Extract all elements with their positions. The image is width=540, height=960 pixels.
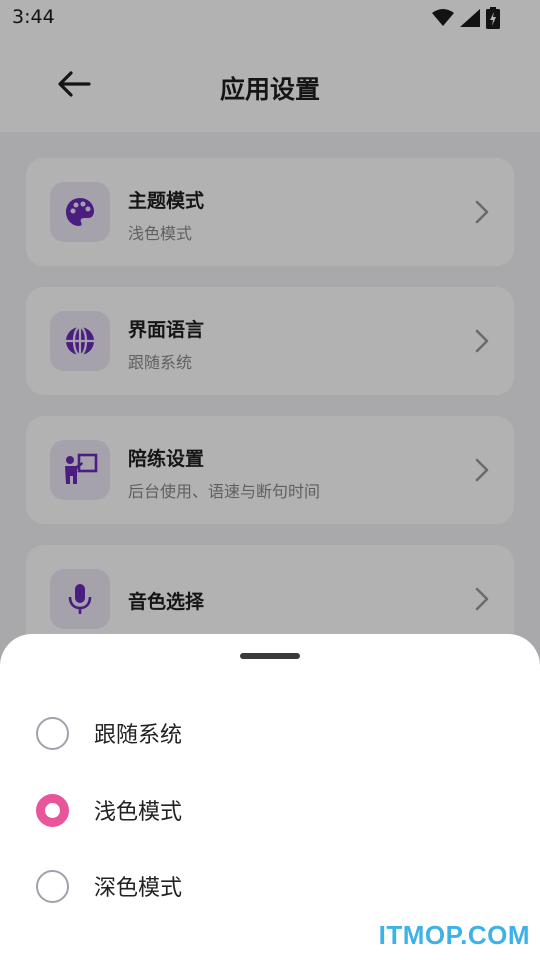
radio-button-selected[interactable] — [36, 793, 69, 827]
watermark: ITMOP.COM — [378, 920, 530, 950]
theme-bottom-sheet: 跟随系统 浅色模式 深色模式 — [0, 634, 540, 960]
option-follow-system[interactable]: 跟随系统 — [0, 701, 540, 765]
option-label: 浅色模式 — [94, 800, 183, 825]
option-light-mode[interactable]: 浅色模式 — [0, 778, 540, 842]
option-label: 深色模式 — [94, 876, 183, 901]
drag-handle[interactable] — [240, 653, 300, 659]
option-label: 跟随系统 — [94, 723, 183, 748]
option-dark-mode[interactable]: 深色模式 — [0, 854, 540, 918]
radio-button[interactable] — [36, 716, 69, 750]
radio-button[interactable] — [36, 869, 69, 903]
